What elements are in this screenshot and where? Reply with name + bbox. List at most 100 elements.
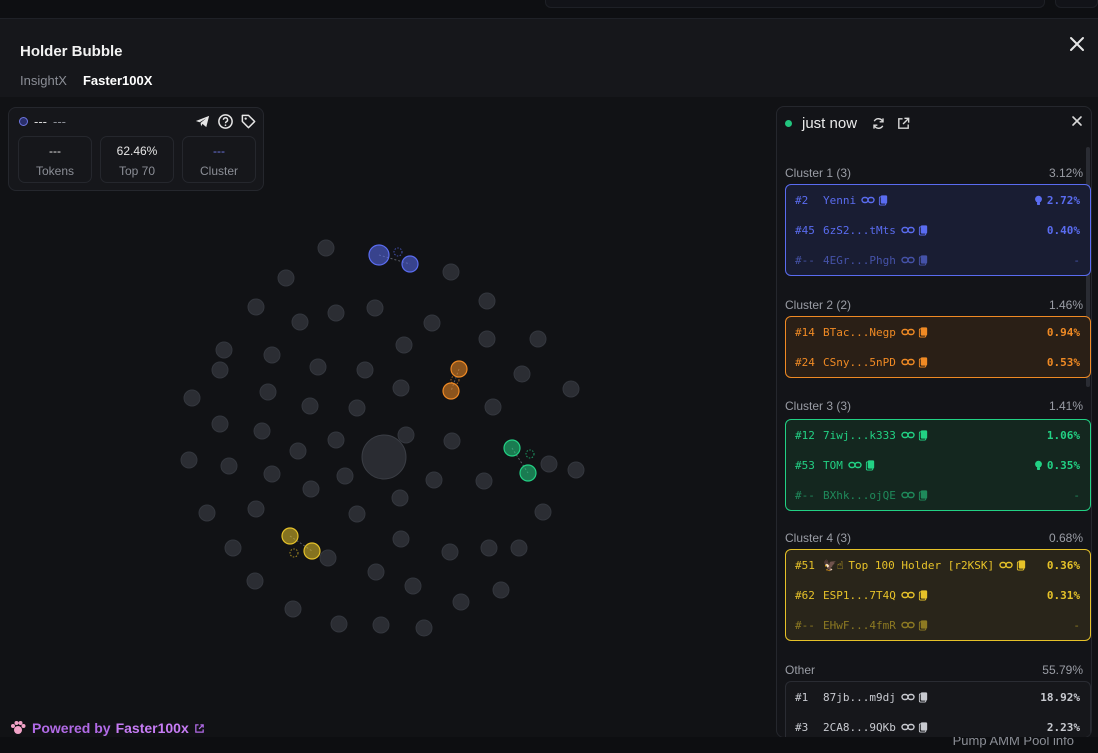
holder-bubble[interactable] [215, 341, 233, 359]
holder-bubble[interactable] [441, 543, 459, 561]
bubble-map[interactable] [0, 97, 770, 737]
holder-bubble-large[interactable] [361, 434, 407, 480]
holder-bubble[interactable] [366, 299, 384, 317]
holder-bubble[interactable] [253, 422, 271, 440]
holder-bubble[interactable] [211, 361, 229, 379]
holder-row[interactable]: #45 6zS2...tMts 0.40% [786, 215, 1090, 245]
holder-bubble[interactable] [415, 619, 433, 637]
holder-bubble[interactable] [392, 530, 410, 548]
holder-bubble[interactable] [478, 330, 496, 348]
holder-bubble[interactable] [319, 549, 337, 567]
link-icon[interactable] [901, 254, 915, 266]
holder-bubble[interactable] [442, 263, 460, 281]
copy-icon[interactable] [918, 254, 929, 266]
link-icon[interactable] [901, 489, 915, 501]
link-icon[interactable] [901, 326, 915, 338]
holder-bubble[interactable] [348, 399, 366, 417]
holder-bubble[interactable] [372, 616, 390, 634]
help-icon[interactable] [217, 113, 234, 130]
refresh-icon[interactable] [871, 116, 886, 131]
holder-bubble[interactable] [478, 292, 496, 310]
holder-bubble[interactable] [348, 505, 366, 523]
holder-row[interactable]: #-- EHwF...4fmR - [786, 610, 1090, 640]
holder-bubble[interactable] [443, 432, 461, 450]
holder-row[interactable]: #62 ESP1...7T4Q 0.31% [786, 580, 1090, 610]
holder-row[interactable]: #12 7iwj...k333 1.06% [786, 420, 1090, 450]
holder-bubble[interactable] [397, 426, 415, 444]
hidden-wallet-bubble[interactable] [393, 247, 403, 257]
holder-bubble[interactable] [211, 415, 229, 433]
cluster-bubble[interactable] [503, 439, 521, 457]
holder-bubble[interactable] [336, 467, 354, 485]
holder-bubble[interactable] [425, 471, 443, 489]
link-icon[interactable] [901, 721, 915, 733]
copy-icon[interactable] [918, 356, 929, 368]
link-icon[interactable] [848, 459, 862, 471]
holder-bubble[interactable] [289, 442, 307, 460]
cluster-bubble[interactable] [368, 244, 390, 266]
holder-bubble[interactable] [480, 539, 498, 557]
copy-icon[interactable] [878, 194, 889, 206]
holder-bubble[interactable] [277, 269, 295, 287]
holder-bubble[interactable] [224, 539, 242, 557]
holder-row[interactable]: #24 CSny...5nPD 0.53% [786, 347, 1090, 377]
holder-row[interactable]: #51 🦅☝ Top 100 Holder [r2KSK] 0.36% [786, 550, 1090, 580]
link-icon[interactable] [901, 356, 915, 368]
holder-bubble[interactable] [395, 336, 413, 354]
link-icon[interactable] [901, 589, 915, 601]
holder-bubble[interactable] [247, 298, 265, 316]
holder-bubble[interactable] [484, 398, 502, 416]
holder-bubble[interactable] [291, 313, 309, 331]
holder-bubble[interactable] [404, 577, 422, 595]
holder-bubble[interactable] [367, 563, 385, 581]
link-icon[interactable] [901, 429, 915, 441]
cluster-bubble[interactable] [519, 464, 537, 482]
copy-icon[interactable] [918, 589, 929, 601]
powered-by-link[interactable]: Powered by Faster100x [9, 719, 205, 737]
copy-icon[interactable] [865, 459, 876, 471]
copy-icon[interactable] [918, 619, 929, 631]
copy-icon[interactable] [918, 224, 929, 236]
copy-icon[interactable] [918, 691, 929, 703]
cluster-bubble[interactable] [281, 527, 299, 545]
holder-bubble[interactable] [302, 480, 320, 498]
tab-insightx[interactable]: InsightX [20, 73, 67, 88]
link-icon[interactable] [901, 224, 915, 236]
holder-bubble[interactable] [540, 455, 558, 473]
copy-icon[interactable] [1016, 559, 1027, 571]
holder-bubble[interactable] [246, 572, 264, 590]
holder-bubble[interactable] [183, 389, 201, 407]
copy-icon[interactable] [918, 429, 929, 441]
holder-bubble[interactable] [392, 379, 410, 397]
holder-bubble[interactable] [391, 489, 409, 507]
holder-bubble[interactable] [510, 539, 528, 557]
close-icon[interactable] [1066, 33, 1088, 55]
link-icon[interactable] [901, 619, 915, 631]
holder-row[interactable]: #1 87jb...m9dj 18.92% [786, 682, 1090, 712]
holder-bubble[interactable] [327, 304, 345, 322]
copy-icon[interactable] [918, 326, 929, 338]
holder-bubble[interactable] [247, 500, 265, 518]
cluster-bubble[interactable] [442, 382, 460, 400]
holder-bubble[interactable] [309, 358, 327, 376]
holder-bubble[interactable] [263, 346, 281, 364]
holder-bubble[interactable] [452, 593, 470, 611]
holder-bubble[interactable] [327, 431, 345, 449]
link-icon[interactable] [901, 691, 915, 703]
holder-bubble[interactable] [529, 330, 547, 348]
hidden-wallet-bubble[interactable] [289, 548, 299, 558]
holder-bubble[interactable] [259, 383, 277, 401]
holder-bubble[interactable] [562, 380, 580, 398]
panel-close-icon[interactable] [1069, 113, 1085, 129]
holder-bubble[interactable] [513, 365, 531, 383]
holder-bubble[interactable] [301, 397, 319, 415]
holder-bubble[interactable] [198, 504, 216, 522]
tag-icon[interactable] [240, 113, 257, 130]
telegram-icon[interactable] [194, 113, 211, 130]
holder-bubble[interactable] [317, 239, 335, 257]
holder-bubble[interactable] [263, 465, 281, 483]
copy-icon[interactable] [918, 721, 929, 733]
holder-row[interactable]: #-- BXhk...ojQE - [786, 480, 1090, 510]
holder-row[interactable]: #3 2CA8...9QKb 2.23% [786, 712, 1090, 737]
open-external-icon[interactable] [896, 116, 911, 131]
